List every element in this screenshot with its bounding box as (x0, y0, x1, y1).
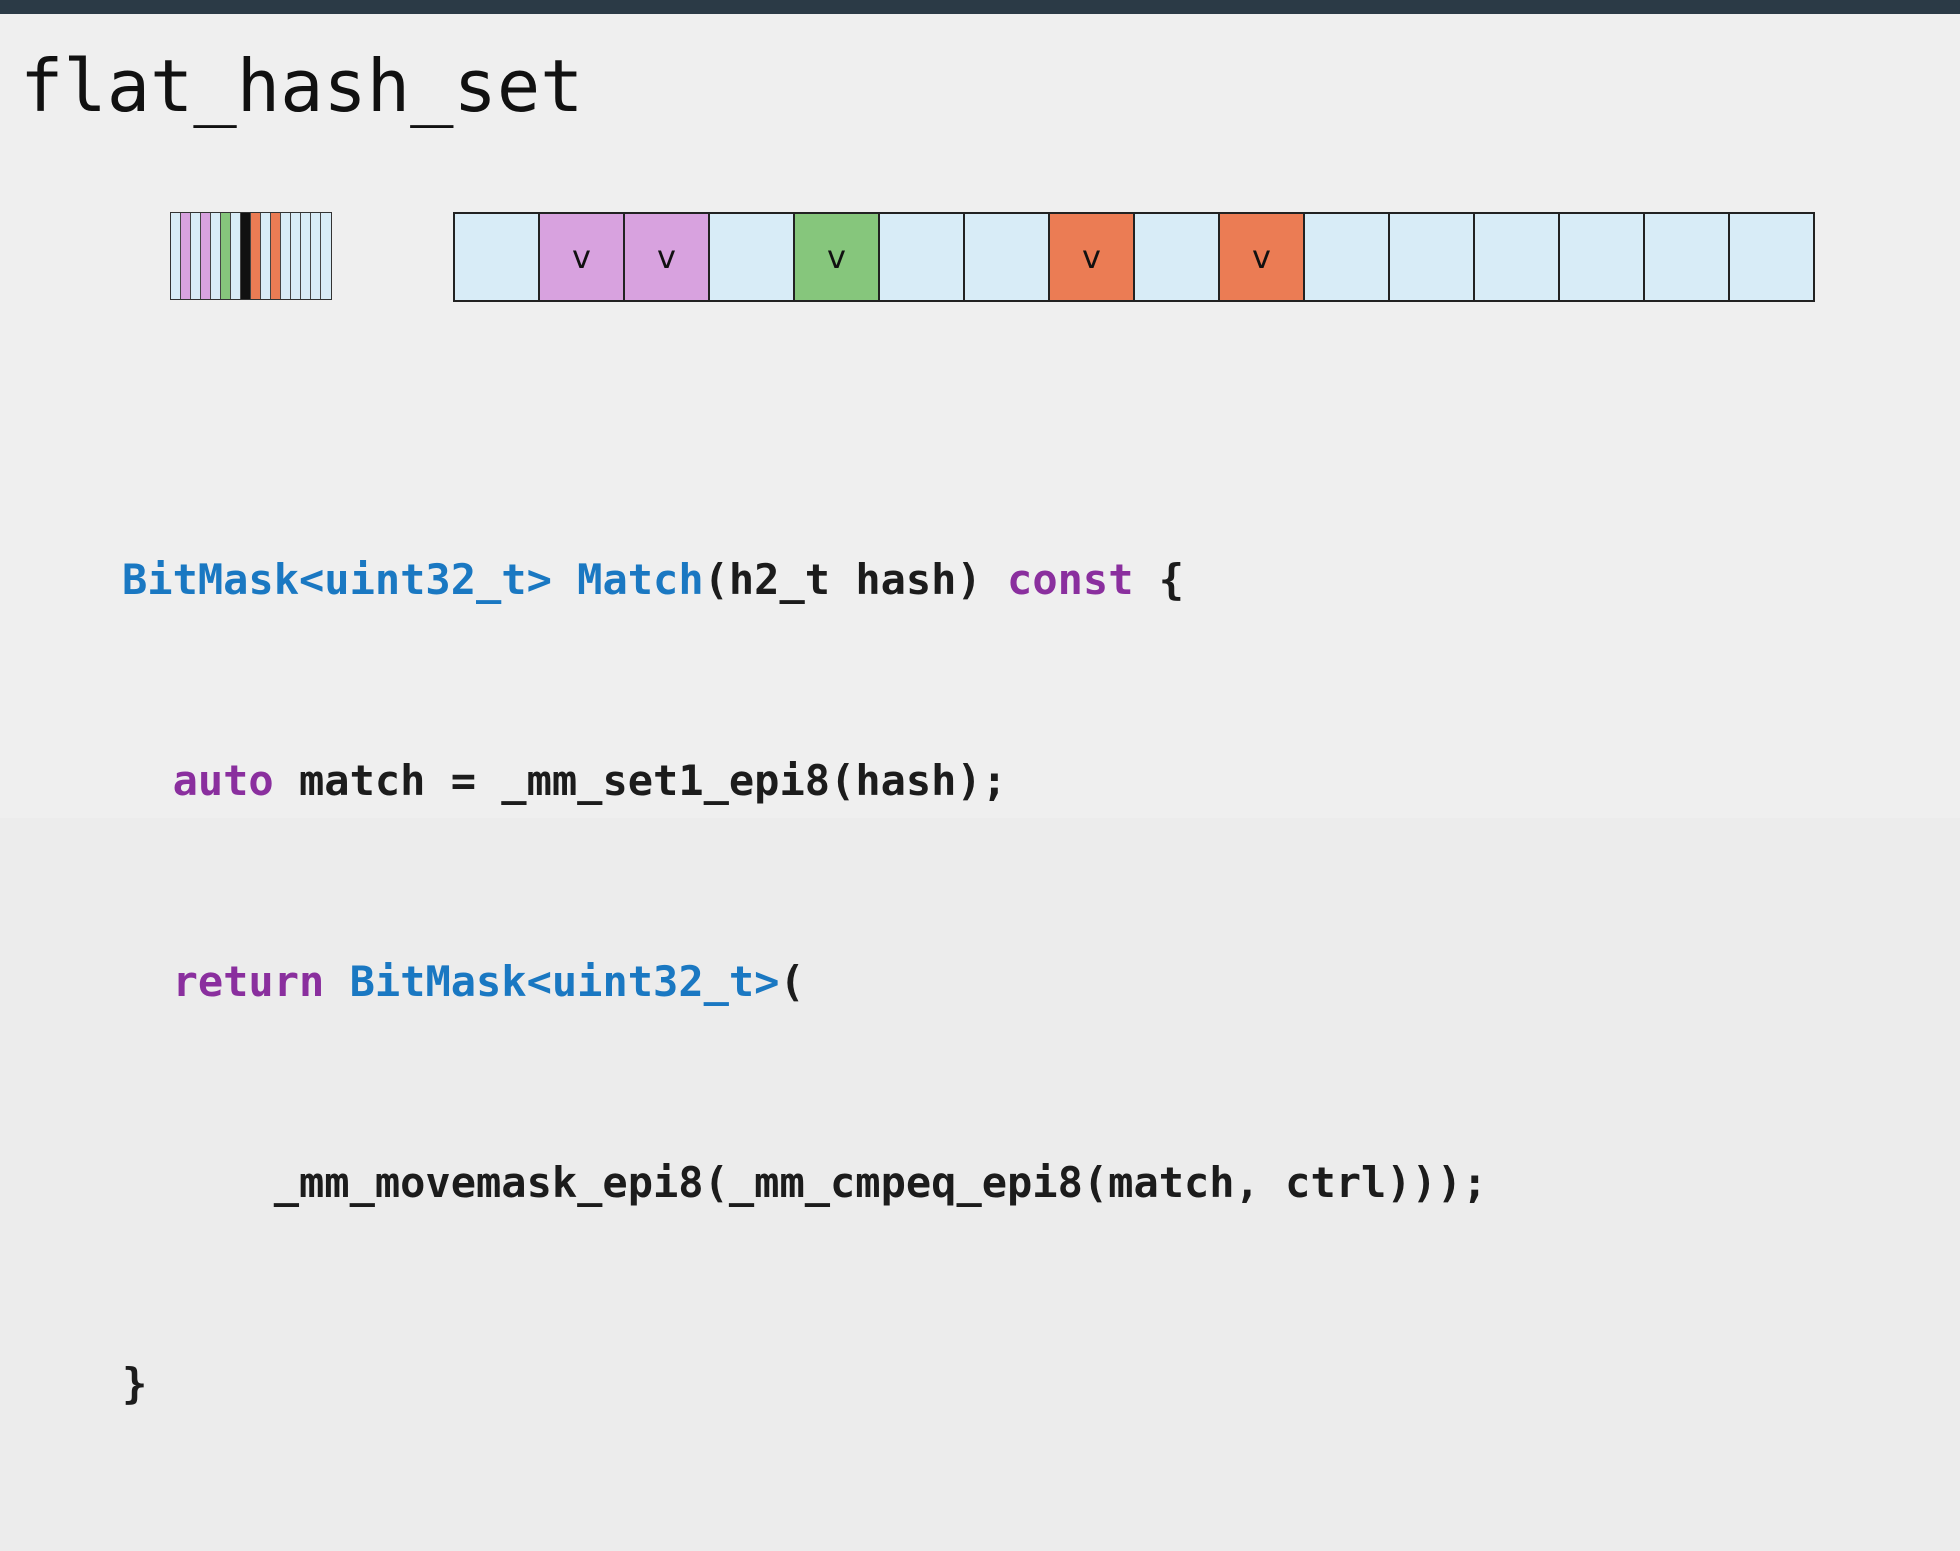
code-open-brace: { (1133, 555, 1185, 604)
control-bytes-array (170, 212, 332, 300)
slot-cell (455, 214, 540, 300)
slot-cell (965, 214, 1050, 300)
slide-title: flat_hash_set (20, 44, 584, 128)
slot-cell: v (540, 214, 625, 300)
control-byte (241, 213, 251, 299)
slot-value-label: v (572, 238, 591, 276)
slot-cell (1475, 214, 1560, 300)
slot-cell (1645, 214, 1730, 300)
code-block: BitMask<uint32_t> Match(h2_t hash) const… (122, 412, 1487, 1551)
code-function-name: Match (577, 555, 704, 604)
control-byte (271, 213, 281, 299)
control-byte (221, 213, 231, 299)
code-params: (h2_t hash) (703, 555, 1008, 604)
slot-cell (880, 214, 965, 300)
slot-value-label: v (827, 238, 846, 276)
control-byte (261, 213, 271, 299)
slots-array: vvvvv (453, 212, 1815, 302)
code-line-5: } (122, 1359, 148, 1408)
code-line-3: return BitMask<uint32_t>( (122, 948, 1487, 1015)
code-return-type: BitMask<uint32_t> (122, 555, 552, 604)
control-byte (171, 213, 181, 299)
slot-value-label: v (657, 238, 676, 276)
code-match-assignment: match = _mm_set1_epi8(hash); (273, 756, 1008, 805)
code-return-keyword: return (172, 957, 325, 1006)
code-line-1: BitMask<uint32_t> Match(h2_t hash) const… (122, 546, 1487, 613)
control-byte (251, 213, 261, 299)
control-byte (181, 213, 191, 299)
slot-cell (710, 214, 795, 300)
slot-cell: v (625, 214, 710, 300)
top-bar (0, 0, 1960, 14)
code-bitmask-type: BitMask<uint32_t> (349, 957, 780, 1006)
control-byte (281, 213, 291, 299)
slot-cell: v (1050, 214, 1135, 300)
slot-cell (1305, 214, 1390, 300)
slot-value-label: v (1082, 238, 1101, 276)
slot-cell: v (795, 214, 880, 300)
code-line-2: auto match = _mm_set1_epi8(hash); (122, 747, 1487, 814)
code-auto-keyword: auto (172, 756, 274, 805)
control-byte (301, 213, 311, 299)
control-byte (201, 213, 211, 299)
code-open-paren: ( (779, 957, 805, 1006)
slot-cell: v (1220, 214, 1305, 300)
slot-value-label: v (1252, 238, 1271, 276)
slide: flat_hash_set v v v v v BitMask<uint32_t> Ma… (0, 14, 1960, 1408)
control-byte (211, 213, 221, 299)
control-byte (311, 213, 321, 299)
control-byte (321, 213, 331, 299)
slot-cell (1135, 214, 1220, 300)
control-byte (231, 213, 241, 299)
slot-cell (1560, 214, 1645, 300)
slot-cell (1390, 214, 1475, 300)
control-byte (291, 213, 301, 299)
control-byte (191, 213, 201, 299)
code-line-4: _mm_movemask_epi8(_mm_cmpeq_epi8(match, … (122, 1158, 1488, 1207)
slot-cell (1730, 214, 1815, 300)
code-const-keyword: const (1007, 555, 1134, 604)
